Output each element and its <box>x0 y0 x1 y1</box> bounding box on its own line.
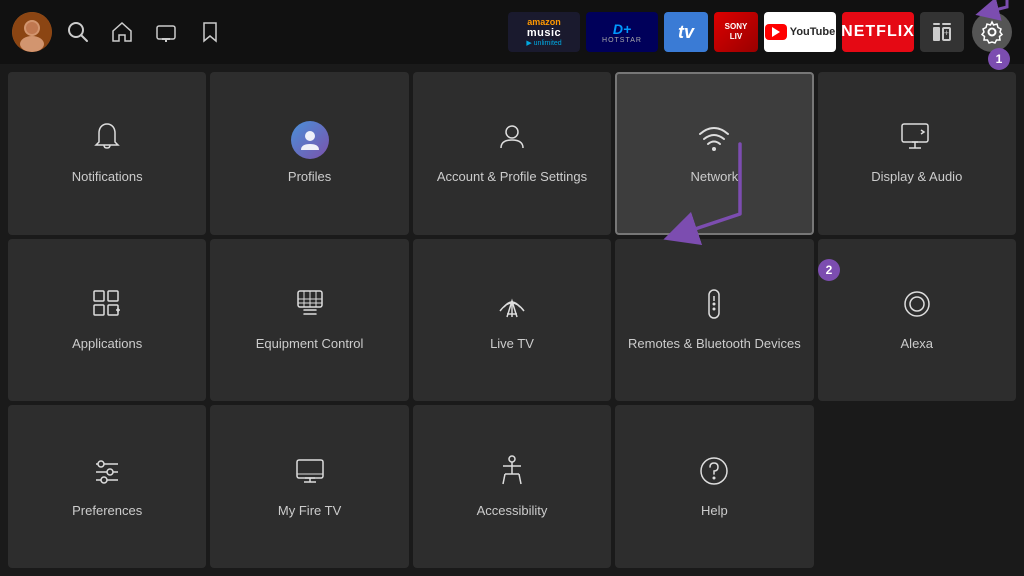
tv-remote-icon <box>293 287 327 326</box>
bookmark-icon[interactable] <box>192 14 228 50</box>
wifi-icon <box>696 120 732 159</box>
accessibility-icon <box>495 454 529 493</box>
tile-profiles[interactable]: Profiles <box>210 72 408 235</box>
account-icon <box>495 120 529 159</box>
tile-remotes-bluetooth-label: Remotes & Bluetooth Devices <box>628 336 801 353</box>
tile-live-tv[interactable]: Live TV <box>413 239 611 402</box>
gear-icon[interactable] <box>972 12 1012 52</box>
sliders-icon <box>90 454 124 493</box>
tile-profiles-label: Profiles <box>288 169 331 186</box>
profiles-icon <box>291 121 329 159</box>
alexa-icon <box>900 287 934 326</box>
search-icon[interactable] <box>60 14 96 50</box>
monitor-icon <box>899 120 935 159</box>
tile-network[interactable]: Network <box>615 72 813 235</box>
settings-container: Notifications Profiles <box>0 64 1024 576</box>
tile-applications-label: Applications <box>72 336 142 353</box>
app-disney-hotstar[interactable]: D+ HOTSTAR <box>586 12 658 52</box>
avatar[interactable] <box>12 12 52 52</box>
tile-notifications-label: Notifications <box>72 169 143 186</box>
app-youtube[interactable]: YouTube <box>764 12 836 52</box>
tile-account[interactable]: Account & Profile Settings <box>413 72 611 235</box>
tile-remotes-bluetooth[interactable]: Remotes & Bluetooth Devices <box>615 239 813 402</box>
tile-equipment-control[interactable]: Equipment Control <box>210 239 408 402</box>
tile-preferences[interactable]: Preferences <box>8 405 206 568</box>
tile-alexa[interactable]: Alexa <box>818 239 1016 402</box>
app-jiotv[interactable]: tv <box>664 12 708 52</box>
antenna-icon <box>495 287 529 326</box>
tile-equipment-control-label: Equipment Control <box>256 336 364 353</box>
tile-account-label: Account & Profile Settings <box>437 169 587 186</box>
annotation-badge-1: 1 <box>988 48 1010 70</box>
settings-grid: Notifications Profiles <box>0 64 1024 576</box>
app-amazon-music[interactable]: amazon music ▶ unlimited <box>508 12 580 52</box>
app-netflix[interactable]: NETFLIX <box>842 12 914 52</box>
app-sony[interactable]: SONYLIV <box>714 12 758 52</box>
annotation-badge-2: 2 <box>818 259 840 281</box>
tile-help[interactable]: Help <box>615 405 813 568</box>
settings-gear-container <box>972 12 1012 52</box>
tile-display-audio-label: Display & Audio <box>871 169 962 186</box>
fire-tv-icon <box>293 454 327 493</box>
bell-icon <box>90 120 124 159</box>
grid-apps-icon <box>90 287 124 326</box>
tile-help-label: Help <box>701 503 728 520</box>
tile-my-fire-tv[interactable]: My Fire TV <box>210 405 408 568</box>
tile-network-label: Network <box>691 169 739 186</box>
app-all-apps[interactable]: + <box>920 12 964 52</box>
tile-notifications[interactable]: Notifications <box>8 72 206 235</box>
tile-my-fire-tv-label: My Fire TV <box>278 503 341 520</box>
tile-empty <box>818 405 1016 568</box>
home-icon[interactable] <box>104 14 140 50</box>
app-icons-row: amazon music ▶ unlimited D+ HOTSTAR tv S… <box>508 12 964 52</box>
tile-accessibility-label: Accessibility <box>477 503 548 520</box>
tv-icon[interactable] <box>148 14 184 50</box>
remote-icon <box>697 287 731 326</box>
tile-live-tv-label: Live TV <box>490 336 534 353</box>
tile-applications[interactable]: Applications <box>8 239 206 402</box>
help-icon <box>697 454 731 493</box>
nav-bar: amazon music ▶ unlimited D+ HOTSTAR tv S… <box>0 0 1024 64</box>
tile-accessibility[interactable]: Accessibility <box>413 405 611 568</box>
tile-preferences-label: Preferences <box>72 503 142 520</box>
tile-alexa-label: Alexa <box>901 336 934 353</box>
tile-display-audio[interactable]: Display & Audio <box>818 72 1016 235</box>
